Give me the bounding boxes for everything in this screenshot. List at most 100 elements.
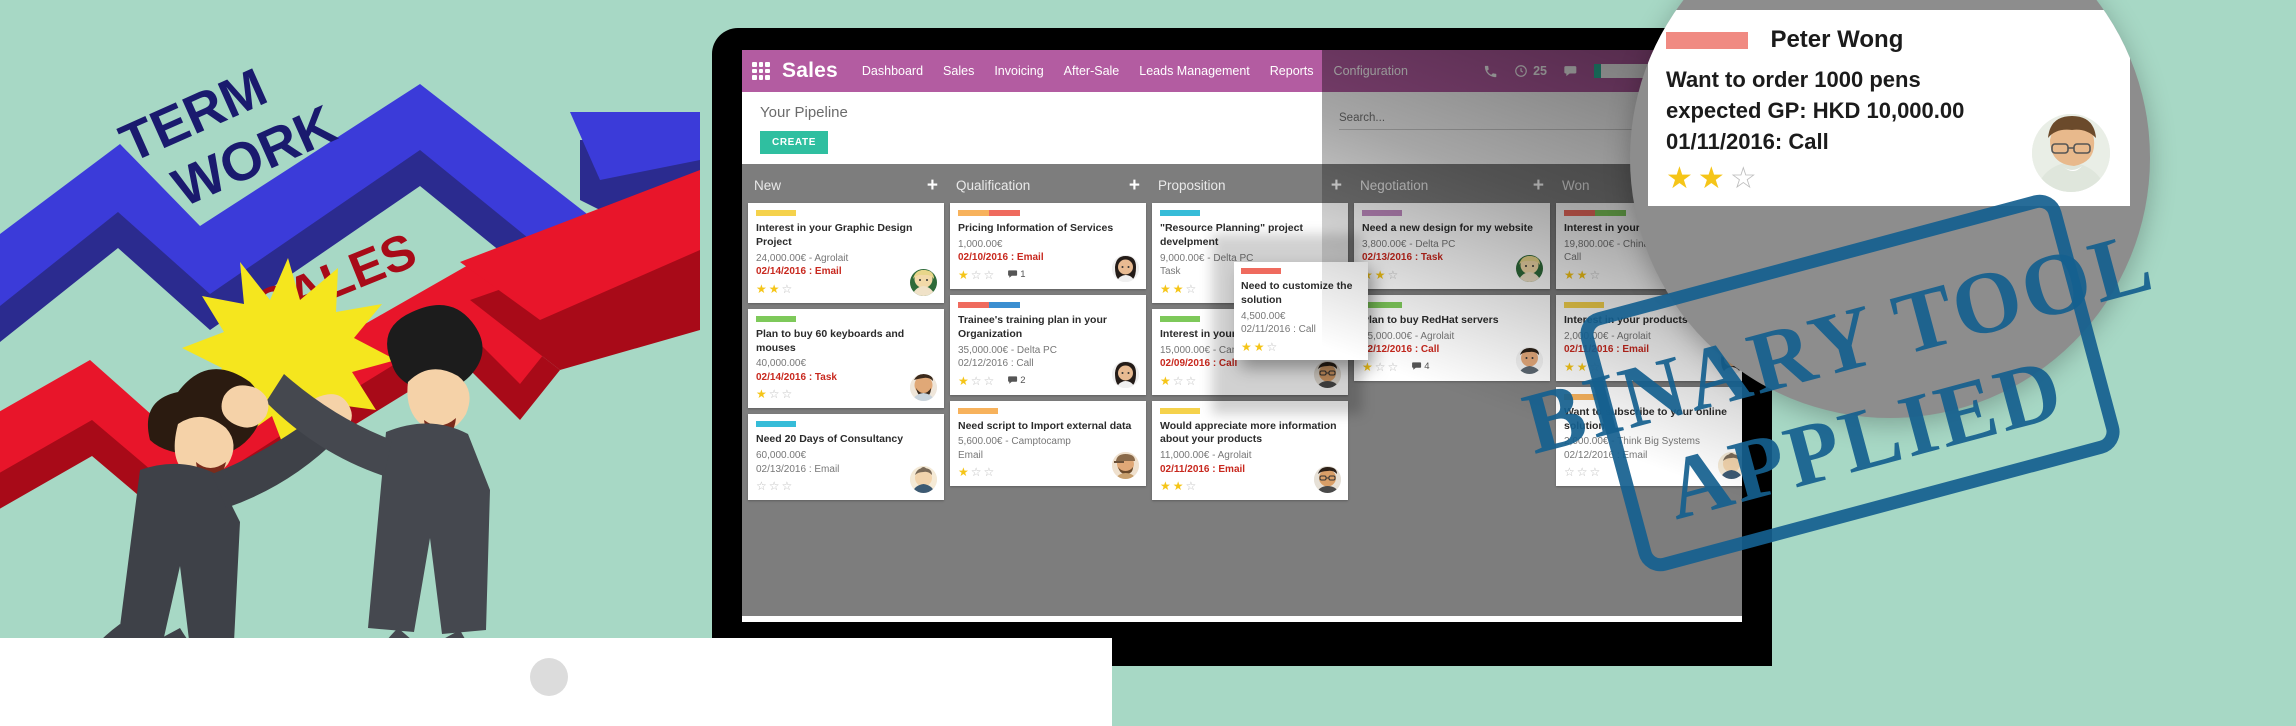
magnified-card-main[interactable]: Peter Wong Want to order 1000 pens expec… (1648, 10, 2130, 206)
activity-counter[interactable]: 25 (1514, 64, 1547, 79)
monitor-power-knob[interactable] (530, 658, 568, 696)
nav-item-leads-management[interactable]: Leads Management (1139, 64, 1250, 78)
nav-item-sales[interactable]: Sales (943, 64, 974, 78)
chat-icon (1008, 376, 1018, 384)
card-title: Interest in your Graphic Design Project (756, 222, 913, 248)
star-filled[interactable]: ★ (756, 388, 767, 400)
chat-icon (1008, 270, 1018, 279)
card-footer: ★★☆ (756, 283, 936, 295)
avatar-dark-hair-woman (1112, 254, 1139, 282)
chat-icon (1412, 362, 1422, 370)
priority-stars[interactable]: ★★☆ (1160, 480, 1196, 492)
star-filled[interactable]: ★ (958, 466, 969, 478)
message-count[interactable]: 2 (1008, 375, 1026, 386)
star-empty[interactable]: ☆ (971, 466, 982, 478)
priority-stars[interactable]: ☆ ☆ ☆ (1564, 466, 1600, 478)
message-count[interactable]: 1 (1008, 269, 1026, 280)
nav-item-after-sale[interactable]: After-Sale (1064, 64, 1120, 78)
contact-name: Peter Wong (1770, 26, 1904, 53)
star-empty[interactable]: ☆ (1186, 480, 1197, 492)
avatar-glasses-smiling-man (2032, 114, 2110, 192)
priority-stars[interactable]: ★ ☆ ☆ (1362, 361, 1398, 373)
star-empty[interactable]: ☆ (1590, 269, 1601, 281)
add-card-button[interactable]: + (1129, 176, 1140, 195)
add-card-button[interactable]: + (1331, 176, 1342, 195)
card-date: 02/14/2016 : Email (756, 266, 842, 278)
priority-stars[interactable]: ★★☆ (1564, 269, 1600, 281)
star-filled[interactable]: ★ (1362, 361, 1373, 373)
star-empty[interactable]: ☆ (984, 375, 995, 387)
card-footer: ★ ☆ ☆ 2 (958, 375, 1138, 387)
card-tag-bar (1160, 315, 1200, 322)
star-empty[interactable]: ☆ (1375, 361, 1386, 373)
star-empty[interactable]: ☆ (782, 480, 793, 492)
brand-title[interactable]: Sales (782, 59, 838, 83)
column-title: Won (1562, 178, 1590, 193)
kanban-card[interactable]: Trainee's training plan in your Organiza… (950, 294, 1146, 395)
priority-stars[interactable]: ★ ☆ ☆ (958, 269, 994, 281)
star-filled[interactable]: ★ (1173, 480, 1184, 492)
kanban-card[interactable]: Plan to buy RedHat servers 25,000.00€ - A… (1354, 294, 1550, 381)
star-empty[interactable]: ☆ (1388, 361, 1399, 373)
priority-stars[interactable]: ★ ☆ ☆ (756, 388, 792, 400)
priority-stars[interactable]: ★ ☆ ☆ (958, 375, 994, 387)
star-empty[interactable]: ☆ (971, 375, 982, 387)
message-count[interactable]: 4 (1412, 361, 1430, 373)
create-button[interactable]: CREATE (760, 131, 828, 154)
nav-item-dashboard[interactable]: Dashboard (862, 64, 923, 78)
star-filled[interactable]: ★ (1160, 480, 1171, 492)
star-filled[interactable]: ★ (1160, 375, 1171, 387)
kanban-card[interactable]: Pricing Information of Services 1,000.00€… (950, 203, 1146, 289)
nav-item-reports[interactable]: Reports (1270, 64, 1314, 78)
star-empty[interactable]: ☆ (756, 480, 767, 492)
kanban-card[interactable]: Need 20 Days of Consultancy 60,000.00€ 02/… (748, 414, 944, 501)
apps-grid-icon[interactable] (752, 62, 770, 80)
card-title: Pricing Information of Services (958, 222, 1114, 234)
star-empty[interactable]: ☆ (769, 480, 780, 492)
priority-stars[interactable]: ★★☆ (1241, 341, 1277, 353)
kanban-card[interactable]: Plan to buy 60 keyboards and mouses 40,00… (748, 308, 944, 409)
star-empty[interactable]: ☆ (971, 269, 982, 281)
priority-stars[interactable]: ★ ☆ ☆ (958, 466, 994, 478)
star-empty[interactable]: ☆ (782, 283, 793, 295)
card-tag-bar (958, 301, 1020, 308)
star-empty[interactable]: ☆ (769, 388, 780, 400)
star-empty[interactable]: ☆ (1186, 375, 1197, 387)
star-filled[interactable]: ★ (1173, 283, 1184, 295)
dragged-card[interactable]: Need to customize the solution 4,500.00€… (1234, 262, 1368, 360)
star-filled[interactable]: ★ (769, 283, 780, 295)
kanban-card[interactable]: Need script to Import external data 5,600… (950, 400, 1146, 487)
star-empty[interactable]: ☆ (782, 388, 793, 400)
nav-item-invoicing[interactable]: Invoicing (994, 64, 1043, 78)
star-empty[interactable]: ☆ (1577, 466, 1588, 478)
priority-stars[interactable]: ☆ ☆ ☆ (756, 480, 792, 492)
nav-item-configuration[interactable]: Configuration (1334, 64, 1408, 78)
star-empty[interactable]: ☆ (1564, 466, 1575, 478)
magnified-card-header: Peter Wong (1666, 26, 2112, 54)
star-filled[interactable]: ★ (1375, 269, 1386, 281)
priority-stars[interactable]: ★ ☆ ☆ (1160, 375, 1196, 387)
star-empty[interactable]: ☆ (1173, 375, 1184, 387)
star-filled[interactable]: ★ (958, 375, 969, 387)
message-count-value: 4 (1424, 361, 1430, 373)
star-empty[interactable]: ☆ (1590, 466, 1601, 478)
kanban-card[interactable]: Interest in your Graphic Design Project 2… (748, 203, 944, 303)
kanban-card[interactable]: Need a new design for my website 3,800.00… (1354, 203, 1550, 289)
star-filled[interactable]: ★ (958, 269, 969, 281)
add-card-button[interactable]: + (1533, 176, 1544, 195)
star-empty[interactable]: ☆ (984, 466, 995, 478)
star-empty[interactable]: ☆ (1186, 283, 1197, 295)
star-empty[interactable]: ☆ (984, 269, 995, 281)
star-filled[interactable]: ★ (1564, 269, 1575, 281)
star-filled[interactable]: ★ (1577, 269, 1588, 281)
phone-icon[interactable] (1483, 64, 1498, 79)
star-filled[interactable]: ★ (1160, 283, 1171, 295)
priority-stars[interactable]: ★★☆ (1160, 283, 1196, 295)
add-card-button[interactable]: + (927, 176, 938, 195)
priority-stars[interactable]: ★★☆ (756, 283, 792, 295)
kanban-card[interactable]: Would appreciate more information about … (1152, 400, 1348, 501)
star-empty[interactable]: ☆ (1388, 269, 1399, 281)
card-tag-bar (756, 210, 796, 216)
chat-icon[interactable] (1563, 64, 1578, 79)
star-filled[interactable]: ★ (756, 283, 767, 295)
